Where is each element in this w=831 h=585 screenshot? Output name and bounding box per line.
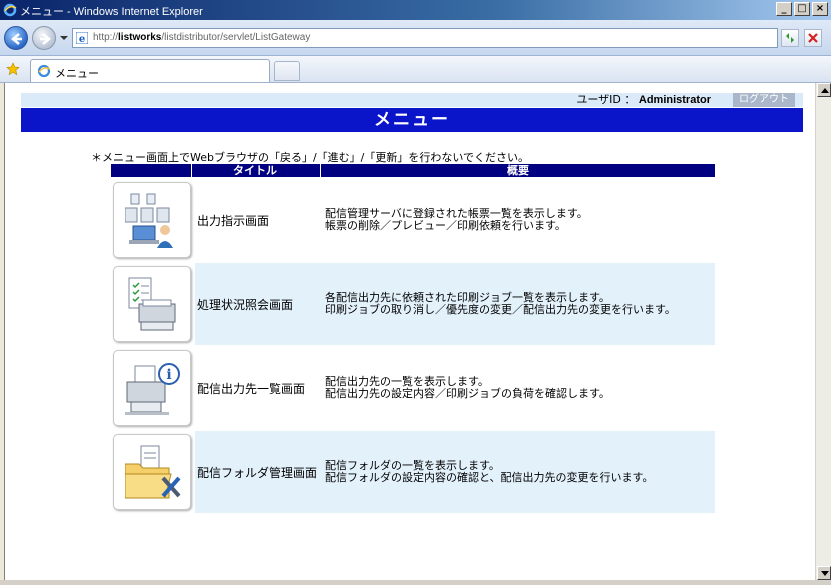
- row-title[interactable]: 出力指示画面: [197, 179, 321, 261]
- printer-info-button[interactable]: i: [113, 350, 191, 426]
- printer-info-icon: i: [125, 363, 180, 415]
- arrow-down-icon: [821, 571, 829, 576]
- refresh-button[interactable]: [781, 29, 799, 47]
- page-viewport: ユーザID ： Administrator ログアウト メニュー ＊メニュー画面…: [4, 83, 815, 580]
- user-info: ユーザID ： Administrator: [576, 93, 711, 106]
- row-description: 配信出力先の一覧を表示します。 配信出力先の設定内容／印刷ジョブの負荷を確認しま…: [325, 375, 610, 400]
- forward-arrow-icon: [40, 33, 51, 45]
- stop-button[interactable]: [804, 29, 822, 47]
- favorites-star-icon[interactable]: [6, 62, 20, 76]
- print-status-button[interactable]: [113, 266, 191, 342]
- page-title: メニュー: [21, 108, 803, 132]
- arrow-up-icon: [821, 88, 829, 93]
- col-summary-header: 概要: [507, 164, 529, 177]
- folder-management-button[interactable]: [113, 434, 191, 510]
- maximize-button[interactable]: □: [794, 2, 810, 16]
- window-titlebar[interactable]: メニュー - Windows Internet Explorer _ □ ×: [0, 0, 831, 20]
- user-bar: ユーザID ： Administrator ログアウト: [21, 93, 803, 107]
- minimize-button[interactable]: _: [776, 2, 792, 16]
- folder-tools-icon: [125, 445, 181, 499]
- address-toolbar: e http://listworks/listdistributor/servl…: [0, 20, 831, 56]
- scroll-down-button[interactable]: [817, 566, 831, 580]
- address-input[interactable]: e http://listworks/listdistributor/servl…: [72, 28, 778, 48]
- close-button[interactable]: ×: [812, 2, 828, 16]
- tab-bar: メニュー: [0, 56, 831, 83]
- notice-text: ＊メニュー画面上でWebブラウザの「戻る」/「進む」/「更新」を行わないでくださ…: [91, 151, 530, 164]
- table-row: 処理状況照会画面 各配信出力先に依頼された印刷ジョブ一覧を表示します。 印刷ジョ…: [111, 263, 715, 345]
- forward-button[interactable]: [32, 26, 56, 50]
- row-description: 配信フォルダの一覧を表示します。 配信フォルダの設定内容の確認と、配信出力先の変…: [325, 459, 654, 484]
- row-title[interactable]: 配信フォルダ管理画面: [197, 431, 321, 513]
- window-bottom-frame: [0, 580, 831, 585]
- stop-icon: [808, 33, 818, 43]
- row-description: 各配信出力先に依頼された印刷ジョブ一覧を表示します。 印刷ジョブの取り消し／優先…: [325, 291, 676, 316]
- tab-label: メニュー: [55, 67, 99, 80]
- row-title[interactable]: 処理状況照会画面: [197, 263, 321, 345]
- ie-page-icon: [37, 64, 51, 78]
- output-instruction-icon: [125, 193, 173, 248]
- tab-menu[interactable]: メニュー: [30, 59, 270, 82]
- back-button[interactable]: [4, 26, 28, 50]
- refresh-icon: [786, 33, 794, 43]
- row-description: 配信管理サーバに登録された帳票一覧を表示します。 帳票の削除／プレビュー／印刷依…: [325, 207, 588, 232]
- user-id: Administrator: [638, 94, 711, 106]
- table-row: i 配信出力先一覧画面 配信出力先の一覧を表示します。 配信出力先の設定内容／印…: [111, 347, 715, 429]
- svg-text:e: e: [79, 34, 85, 44]
- table-row: 出力指示画面 配信管理サーバに登録された帳票一覧を表示します。 帳票の削除／プレ…: [111, 179, 715, 261]
- col-title-header: タイトル: [233, 164, 277, 177]
- url-text: http://listworks/listdistributor/servlet…: [93, 32, 311, 43]
- table-header: タイトル 概要: [111, 164, 715, 177]
- window-title: メニュー - Windows Internet Explorer: [20, 6, 203, 18]
- new-tab-button[interactable]: [274, 61, 300, 81]
- print-status-icon: [128, 277, 176, 331]
- output-instruction-button[interactable]: [113, 182, 191, 258]
- table-row: 配信フォルダ管理画面 配信フォルダの一覧を表示します。 配信フォルダの設定内容の…: [111, 431, 715, 513]
- logout-button[interactable]: ログアウト: [733, 93, 795, 107]
- back-arrow-icon: [11, 33, 22, 45]
- page-icon: e: [76, 32, 88, 44]
- scroll-up-button[interactable]: [817, 83, 831, 97]
- ie-logo-icon: [3, 3, 17, 17]
- history-dropdown-icon[interactable]: [60, 34, 68, 42]
- vertical-scrollbar[interactable]: [815, 83, 831, 580]
- row-title[interactable]: 配信出力先一覧画面: [197, 347, 321, 429]
- svg-text:i: i: [166, 367, 171, 383]
